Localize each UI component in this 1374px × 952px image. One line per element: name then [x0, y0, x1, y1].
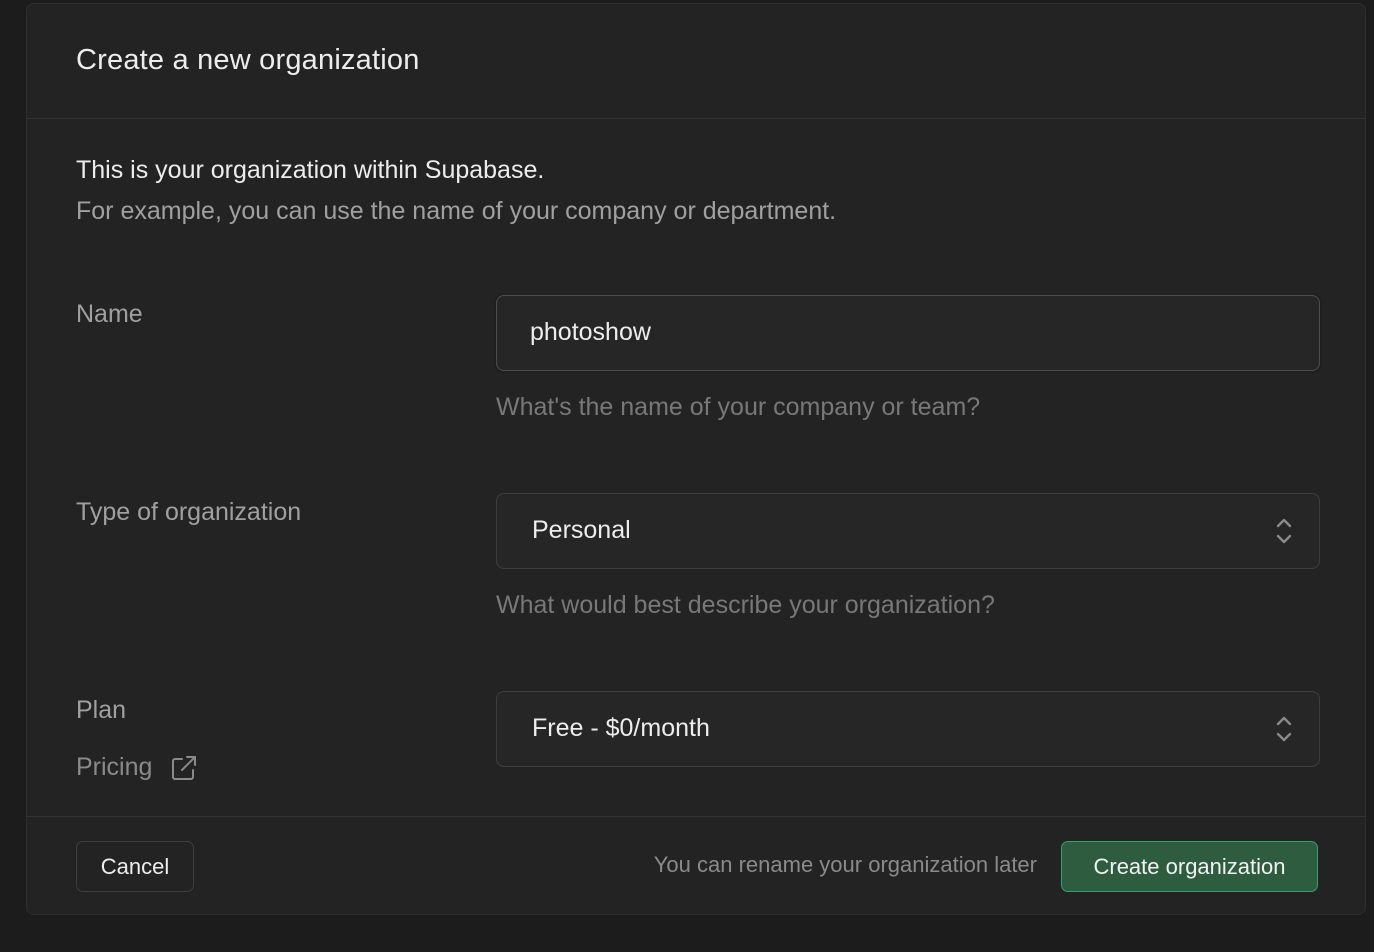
intro-text: This is your organization within Supabas… [76, 156, 545, 184]
plan-select-value: Free - $0/month [532, 714, 710, 742]
name-input-value: photoshow [530, 318, 651, 346]
name-input[interactable]: photoshow [496, 295, 1320, 371]
name-label: Name [76, 300, 143, 328]
chevron-up-down-icon [1276, 716, 1292, 742]
plan-select[interactable]: Free - $0/month [496, 691, 1320, 767]
plan-label: Plan [76, 696, 127, 724]
dialog-title: Create a new organization [76, 44, 420, 76]
rename-note: You can rename your organization later [653, 852, 1037, 877]
pricing-link[interactable]: Pricing [76, 753, 198, 782]
pricing-link-label: Pricing [76, 753, 153, 781]
create-organization-button[interactable]: Create organization [1061, 841, 1318, 892]
dialog-footer: Cancel You can rename your organization … [27, 816, 1365, 914]
cancel-button[interactable]: Cancel [76, 841, 194, 892]
chevron-up-down-icon [1276, 518, 1292, 544]
dialog-header: Create a new organization [27, 4, 1365, 119]
create-organization-dialog: Create a new organization This is your o… [26, 3, 1366, 915]
name-help-text: What's the name of your company or team? [496, 393, 981, 421]
type-help-text: What would best describe your organizati… [496, 591, 995, 619]
intro-subtext: For example, you can use the name of you… [76, 197, 837, 225]
type-select[interactable]: Personal [496, 493, 1320, 569]
type-select-value: Personal [532, 516, 631, 544]
type-label: Type of organization [76, 498, 302, 526]
external-link-icon [172, 755, 197, 780]
